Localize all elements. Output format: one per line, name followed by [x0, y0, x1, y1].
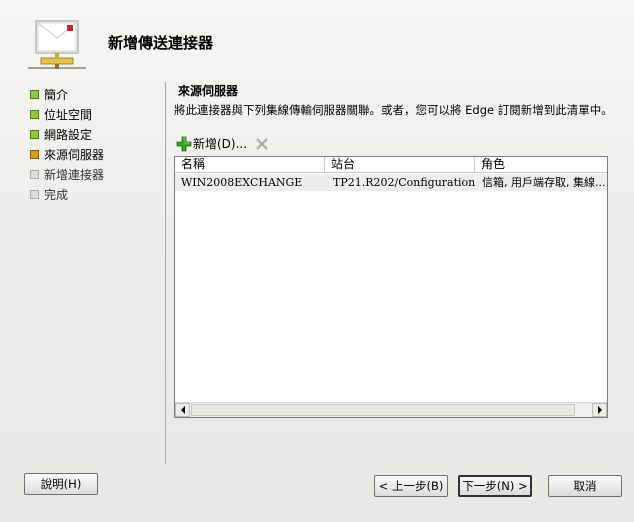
- column-header-role[interactable]: 角色: [475, 157, 607, 172]
- add-button-label: 新增(D)...: [193, 137, 248, 151]
- section-description: 將此連接器與下列集線傳輸伺服器關聯。或者，您可以將 Edge 訂閱新增到此清單中…: [174, 103, 613, 117]
- toolbar: 新增(D)...: [176, 135, 269, 152]
- table-row[interactable]: WIN2008EXCHANGE TP21.R202/Configuration/…: [175, 174, 607, 191]
- step-label: 簡介: [44, 87, 69, 102]
- scroll-left-button[interactable]: [175, 403, 190, 417]
- cancel-button[interactable]: 取消: [548, 475, 622, 497]
- scroll-thumb[interactable]: [191, 404, 575, 416]
- vertical-divider: [165, 82, 166, 464]
- add-button[interactable]: 新增(D)...: [176, 135, 247, 152]
- cell-name: WIN2008EXCHANGE: [181, 176, 303, 189]
- step-done-icon: [30, 129, 39, 139]
- step-address-space: 位址空間: [30, 104, 104, 124]
- step-label: 來源伺服器: [44, 147, 105, 162]
- cell-role: 信箱, 用戶端存取, 集線...: [482, 176, 606, 189]
- help-button[interactable]: 說明(H): [24, 473, 98, 495]
- back-button[interactable]: < 上一步(B): [374, 475, 448, 497]
- column-header-site[interactable]: 站台: [325, 157, 475, 172]
- arrow-left-icon: [180, 406, 185, 414]
- section-title: 來源伺服器: [178, 84, 239, 98]
- step-new-connector: 新增連接器: [30, 164, 104, 184]
- step-label: 新增連接器: [44, 167, 105, 182]
- arrow-right-icon: [597, 406, 602, 414]
- step-complete: 完成: [30, 184, 104, 204]
- step-label: 網路設定: [44, 127, 93, 142]
- connector-wizard-icon: [28, 20, 86, 69]
- step-pending-icon: [30, 189, 39, 199]
- step-label: 位址空間: [44, 107, 93, 122]
- remove-x-icon[interactable]: [255, 137, 269, 151]
- step-network-settings: 網路設定: [30, 124, 104, 144]
- plus-icon: [176, 136, 192, 151]
- column-header-name[interactable]: 名稱: [175, 157, 325, 172]
- step-current-icon: [30, 149, 39, 159]
- cell-site: TP21.R202/Configuration/...: [333, 176, 475, 189]
- step-pending-icon: [30, 169, 39, 179]
- wizard-title: 新增傳送連接器: [108, 34, 214, 52]
- step-source-server: 來源伺服器: [30, 144, 104, 164]
- list-header: 名稱 站台 角色: [175, 157, 607, 173]
- wizard-steps: 簡介 位址空間 網路設定 來源伺服器 新增連接器 完成: [30, 84, 104, 204]
- horizontal-scrollbar[interactable]: [175, 402, 607, 417]
- step-label: 完成: [44, 187, 69, 202]
- step-done-icon: [30, 109, 39, 119]
- next-button[interactable]: 下一步(N) >: [458, 475, 532, 497]
- source-server-list[interactable]: 名稱 站台 角色 WIN2008EXCHANGE TP21.R202/Confi…: [174, 156, 608, 418]
- step-done-icon: [30, 89, 39, 99]
- scroll-right-button[interactable]: [592, 403, 607, 417]
- step-intro: 簡介: [30, 84, 104, 104]
